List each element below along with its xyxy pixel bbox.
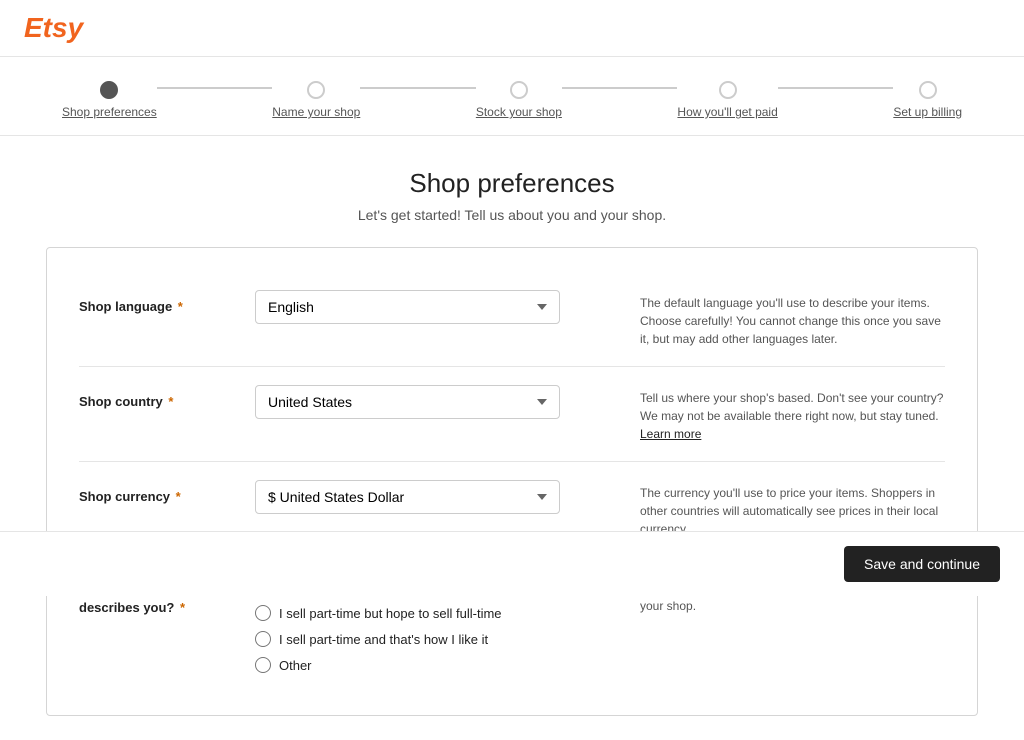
step-label-3[interactable]: Stock your shop [476,105,562,119]
progress-bar: Shop preferences Name your shop Stock yo… [0,57,1024,136]
step-circle-5 [919,81,937,99]
radio-parttime-hope-input[interactable] [255,605,271,621]
step-stock-shop[interactable]: Stock your shop [476,81,562,119]
shop-language-label-col: Shop language * [79,290,239,314]
radio-other[interactable]: Other [255,657,560,673]
main-content: Shop language * English French German Sp… [22,247,1002,716]
footer: Save and continue [0,531,1024,596]
page-title-section: Shop preferences Let's get started! Tell… [0,136,1024,247]
progress-steps: Shop preferences Name your shop Stock yo… [62,81,962,119]
step-label-5[interactable]: Set up billing [893,105,962,119]
radio-parttime-like[interactable]: I sell part-time and that's how I like i… [255,631,560,647]
learn-more-link[interactable]: Learn more [640,427,701,441]
radio-other-input[interactable] [255,657,271,673]
step-circle-1 [100,81,118,99]
shop-currency-select[interactable]: $ United States Dollar € Euro £ British … [255,480,560,514]
step-connector-4 [778,87,894,89]
page-title: Shop preferences [0,168,1024,199]
save-continue-button[interactable]: Save and continue [844,546,1000,582]
shop-country-select[interactable]: United States United Kingdom Canada Aust… [255,385,560,419]
shop-country-row: Shop country * United States United King… [79,367,945,462]
step-label-4[interactable]: How you'll get paid [677,105,777,119]
step-circle-4 [719,81,737,99]
step-shop-preferences[interactable]: Shop preferences [62,81,157,119]
step-connector-2 [360,87,476,89]
step-circle-2 [307,81,325,99]
shop-language-label: Shop language * [79,299,183,314]
step-connector-3 [562,87,678,89]
currency-required-indicator: * [176,489,181,504]
shop-currency-hint: The currency you'll use to price your it… [640,480,945,538]
shop-language-hint: The default language you'll use to descr… [640,290,945,348]
page-subtitle: Let's get started! Tell us about you and… [0,207,1024,223]
step-circle-3 [510,81,528,99]
form-card: Shop language * English French German Sp… [46,247,978,716]
header: Etsy [0,0,1024,57]
country-required-indicator: * [168,394,173,409]
step-connector-1 [157,87,273,89]
shop-country-label: Shop country * [79,394,173,409]
step-label-1[interactable]: Shop preferences [62,105,157,119]
shop-country-label-col: Shop country * [79,385,239,409]
shop-language-row: Shop language * English French German Sp… [79,272,945,367]
shop-country-control: United States United Kingdom Canada Aust… [255,385,560,419]
shop-language-select[interactable]: English French German Spanish Italian [255,290,560,324]
radio-parttime-like-input[interactable] [255,631,271,647]
step-name-shop[interactable]: Name your shop [272,81,360,119]
describe-required-indicator: * [180,600,185,615]
language-required-indicator: * [178,299,183,314]
shop-country-hint: Tell us where your shop's based. Don't s… [640,385,945,443]
shop-currency-control: $ United States Dollar € Euro £ British … [255,480,560,514]
shop-currency-label-col: Shop currency * [79,480,239,504]
shop-language-control: English French German Spanish Italian [255,290,560,324]
shop-currency-label: Shop currency * [79,489,181,504]
step-billing[interactable]: Set up billing [893,81,962,119]
step-label-2[interactable]: Name your shop [272,105,360,119]
etsy-logo[interactable]: Etsy [24,12,83,43]
step-get-paid[interactable]: How you'll get paid [677,81,777,119]
radio-parttime-hope[interactable]: I sell part-time but hope to sell full-t… [255,605,560,621]
